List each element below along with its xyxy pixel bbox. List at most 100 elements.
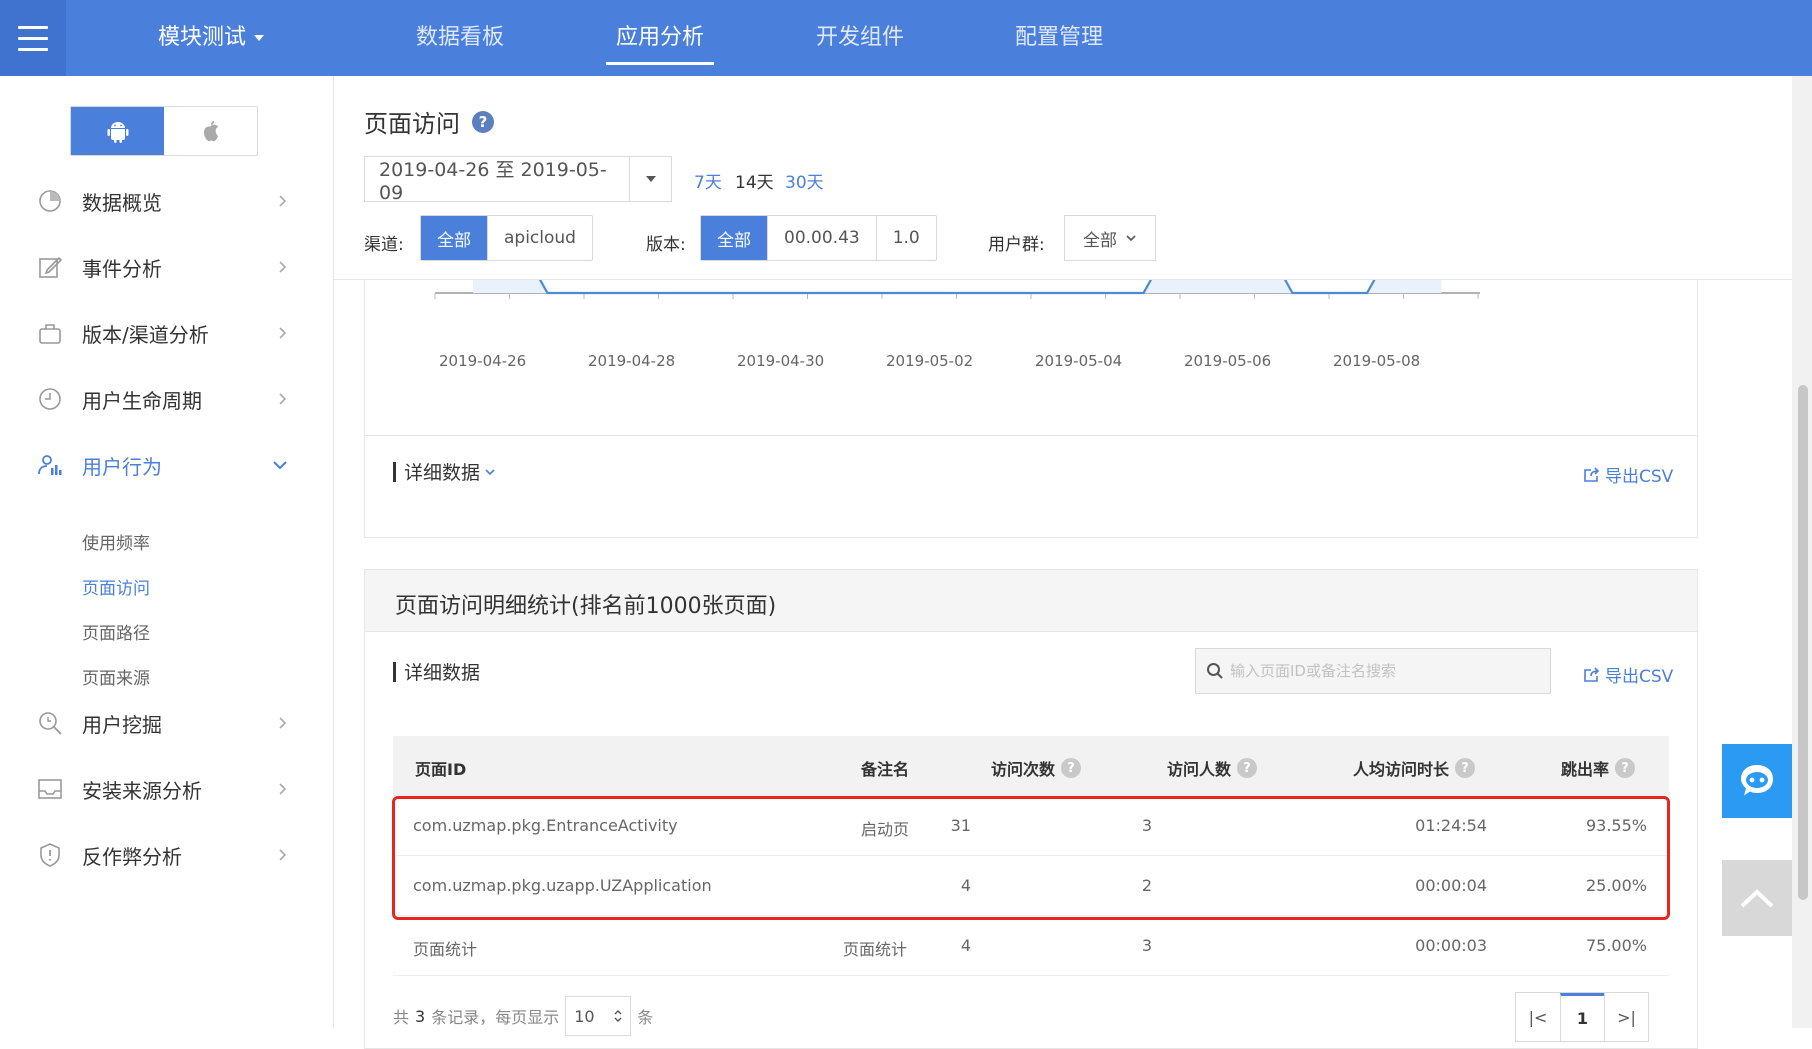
col-header-visits[interactable]: 访问次数? bbox=[991, 756, 1082, 780]
usergroup-label: 用户群: bbox=[988, 235, 1045, 255]
sub-item-usage-frequency[interactable]: 使用频率 bbox=[82, 529, 150, 554]
channel-option-all[interactable]: 全部 bbox=[421, 216, 487, 260]
pie-chart-icon bbox=[39, 190, 61, 212]
last-page-button[interactable]: >| bbox=[1604, 993, 1648, 1041]
android-icon bbox=[107, 122, 128, 143]
sub-item-page-visits[interactable]: 页面访问 bbox=[82, 574, 150, 599]
sidebar-item-lifecycle[interactable]: 用户生命周期 bbox=[0, 379, 334, 419]
table-row[interactable]: 页面统计 页面统计 4 3 00:00:03 75.00% bbox=[393, 916, 1669, 976]
table-row[interactable]: com.uzmap.pkg.EntranceActivity 启动页 31 3 … bbox=[393, 796, 1669, 856]
back-to-top-icon bbox=[1740, 889, 1774, 908]
x-tick-label: 2019-04-28 bbox=[588, 352, 676, 370]
search-box bbox=[1195, 648, 1551, 694]
cell-avg-duration: 01:24:54 bbox=[1415, 816, 1487, 835]
col-header-visitors[interactable]: 访问人数? bbox=[1167, 756, 1258, 780]
sidebar-item-events[interactable]: 事件分析 bbox=[0, 247, 334, 287]
x-tick-label: 2019-05-08 bbox=[1333, 352, 1421, 370]
sidebar-item-anti-cheat[interactable]: 反作弊分析 bbox=[0, 835, 334, 875]
col-header-avg-duration[interactable]: 人均访问时长? bbox=[1353, 756, 1476, 780]
table-card-header: 页面访问明细统计(排名前1000张页面) bbox=[365, 570, 1697, 632]
apple-button[interactable] bbox=[164, 107, 257, 155]
usergroup-select[interactable]: 全部 bbox=[1064, 215, 1156, 261]
channel-option-apicloud[interactable]: apicloud bbox=[487, 216, 592, 260]
magnifier-icon bbox=[39, 712, 62, 735]
series-area bbox=[473, 280, 1442, 293]
inbox-icon bbox=[38, 779, 62, 799]
detail-data-label: 详细数据 bbox=[404, 462, 481, 484]
chat-bot-icon bbox=[1741, 765, 1773, 796]
bag-icon bbox=[39, 324, 61, 344]
android-button[interactable] bbox=[71, 107, 164, 155]
sidebar-item-install-source[interactable]: 安装来源分析 bbox=[0, 769, 334, 809]
range-30d-link[interactable]: 30天 bbox=[785, 168, 824, 193]
chevron-down-icon bbox=[273, 461, 287, 470]
sidebar-item-version-channel[interactable]: 版本/渠道分析 bbox=[0, 313, 334, 353]
series-line bbox=[538, 280, 1376, 295]
chevron-down-icon bbox=[1126, 235, 1136, 242]
pagination-info: 共 3 条记录，每页显示 10 条 bbox=[393, 996, 653, 1036]
menu-icon[interactable] bbox=[0, 0, 66, 76]
usergroup-value: 全部 bbox=[1083, 230, 1117, 251]
spinner-icon bbox=[614, 1010, 622, 1022]
nav-item-app-analysis[interactable]: 应用分析 bbox=[605, 0, 715, 76]
page-1-button[interactable]: 1 bbox=[1560, 993, 1604, 1041]
chevron-down-icon bbox=[485, 468, 495, 475]
question-icon[interactable]: ? bbox=[472, 110, 494, 133]
back-to-top-button[interactable] bbox=[1722, 860, 1792, 936]
col-header-bounce-rate[interactable]: 跳出率? bbox=[1561, 756, 1636, 780]
sidebar: 数据概览 事件分析 版本/渠道分析 用户生命周期 用户行为 使用频率 页面访问 … bbox=[0, 76, 334, 1028]
sidebar-item-overview[interactable]: 数据概览 bbox=[0, 181, 334, 221]
question-icon[interactable]: ? bbox=[1455, 758, 1476, 778]
table-section-label: 详细数据 bbox=[393, 658, 480, 685]
sidebar-item-user-mining[interactable]: 用户挖掘 bbox=[0, 703, 334, 743]
scrollbar-thumb[interactable] bbox=[1798, 385, 1808, 900]
col-header-alias[interactable]: 备注名 bbox=[861, 756, 909, 780]
question-icon[interactable]: ? bbox=[1237, 758, 1258, 778]
page-title-text: 页面访问 bbox=[364, 110, 460, 138]
filter-header: 页面访问 ? 2019-04-26 至 2019-05-09 7天 14天 30… bbox=[334, 76, 1792, 280]
sidebar-item-label: 用户行为 bbox=[82, 454, 162, 479]
x-tick-label: 2019-04-30 bbox=[737, 352, 825, 370]
export-csv-link[interactable]: 导出CSV bbox=[1583, 462, 1673, 487]
col-header-page-id[interactable]: 页面ID bbox=[415, 756, 466, 780]
question-icon[interactable]: ? bbox=[1615, 758, 1636, 778]
os-toggle bbox=[70, 106, 258, 156]
chart-card: 2019-04-26 2019-04-28 2019-04-30 2019-05-02… bbox=[364, 280, 1698, 436]
sidebar-item-label: 事件分析 bbox=[82, 256, 162, 281]
module-selector[interactable]: 模块测试 bbox=[158, 0, 265, 76]
x-tick-label: 2019-05-02 bbox=[886, 352, 974, 370]
range-14d-link[interactable]: 14天 bbox=[735, 168, 774, 193]
version-option-00-00-43[interactable]: 00.00.43 bbox=[767, 216, 876, 260]
range-7d-link[interactable]: 7天 bbox=[694, 168, 722, 193]
date-dropdown-button[interactable] bbox=[629, 157, 671, 201]
version-option-all[interactable]: 全部 bbox=[701, 216, 767, 260]
nav-item-dev-components[interactable]: 开发组件 bbox=[816, 0, 904, 76]
nav-item-dashboard[interactable]: 数据看板 bbox=[416, 0, 504, 76]
sub-item-page-path[interactable]: 页面路径 bbox=[82, 619, 150, 644]
channel-label: 渠道: bbox=[364, 235, 404, 255]
question-icon[interactable]: ? bbox=[1061, 758, 1082, 778]
detail-data-card: 详细数据 导出CSV bbox=[364, 435, 1698, 538]
export-icon bbox=[1584, 466, 1600, 482]
x-tick-label: 2019-05-06 bbox=[1184, 352, 1272, 370]
sub-item-page-source[interactable]: 页面来源 bbox=[82, 664, 150, 689]
nav-item-config[interactable]: 配置管理 bbox=[1015, 0, 1103, 76]
cell-visits: 4 bbox=[960, 936, 971, 955]
record-count: 3 bbox=[415, 1006, 426, 1026]
sidebar-item-user-behavior[interactable]: 用户行为 bbox=[0, 445, 334, 485]
cell-bounce-rate: 93.55% bbox=[1585, 816, 1647, 835]
date-range-picker[interactable]: 2019-04-26 至 2019-05-09 bbox=[364, 156, 672, 204]
clock-icon bbox=[39, 388, 61, 410]
version-option-1-0[interactable]: 1.0 bbox=[875, 216, 936, 260]
chat-support-button[interactable] bbox=[1722, 744, 1792, 818]
search-input[interactable] bbox=[1230, 662, 1530, 680]
first-page-button[interactable]: |< bbox=[1516, 993, 1560, 1041]
cell-page-id: com.uzmap.pkg.uzapp.UZApplication bbox=[413, 876, 712, 895]
chevron-right-icon bbox=[279, 717, 287, 729]
sidebar-item-label: 数据概览 bbox=[82, 190, 162, 215]
search-icon bbox=[1207, 663, 1223, 679]
detail-data-toggle[interactable]: 详细数据 bbox=[393, 458, 496, 485]
table-export-csv-link[interactable]: 导出CSV bbox=[1583, 662, 1673, 687]
page-size-select[interactable]: 10 bbox=[565, 996, 632, 1036]
table-row[interactable]: com.uzmap.pkg.uzapp.UZApplication 4 2 00… bbox=[393, 856, 1669, 916]
